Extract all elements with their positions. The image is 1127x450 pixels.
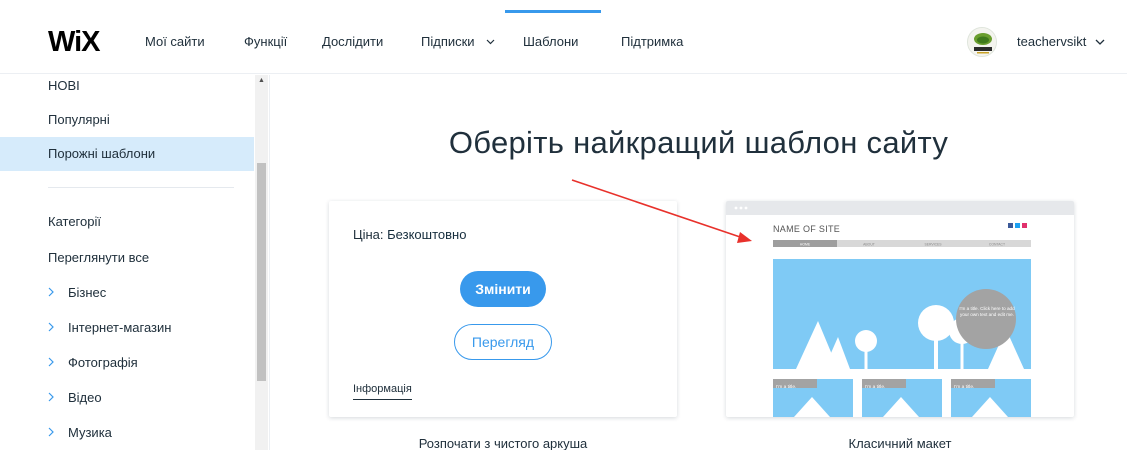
svg-text:CONTACT: CONTACT	[989, 242, 1005, 246]
mock-hero-text: I'm a title. Click here to add your own …	[959, 306, 1015, 317]
nav-subscriptions-label: Підписки	[421, 34, 475, 49]
sidebar-item-label: Переглянути все	[48, 250, 150, 265]
sidebar-item-label: Бізнес	[68, 285, 107, 300]
sidebar-heading-label: Категорії	[48, 214, 101, 229]
sidebar-divider	[48, 187, 234, 188]
mock-tile-title: I'm a title.	[954, 385, 975, 390]
nav-templates[interactable]: Шаблони	[523, 34, 578, 50]
chevron-right-icon	[48, 276, 68, 310]
sidebar-item-blank-templates[interactable]: Порожні шаблони	[0, 137, 254, 171]
wix-logo[interactable]: WiX	[48, 28, 101, 57]
edit-button[interactable]: Змінити	[460, 271, 546, 307]
svg-text:SERVICES: SERVICES	[924, 242, 942, 246]
chevron-down-icon	[1095, 34, 1105, 49]
top-navigation-bar: WiX Мої сайти Функції Дослідити Підписки…	[0, 0, 1127, 74]
sidebar-item-business[interactable]: Бізнес	[0, 276, 254, 310]
username: teachervsikt	[1017, 34, 1087, 49]
nav-my-sites[interactable]: Мої сайти	[145, 34, 205, 50]
scroll-up-arrow-icon[interactable]: ▲	[255, 75, 268, 87]
chevron-right-icon	[48, 381, 68, 415]
blank-template-card: Ціна: Безкоштовно Змінити Перегляд Інфор…	[329, 201, 677, 417]
classic-template-caption: Класичний макет	[848, 436, 952, 450]
nav-support-label: Підтримка	[621, 34, 684, 49]
sidebar-item-label: Порожні шаблони	[48, 146, 156, 161]
user-menu[interactable]: teachervsikt	[1017, 34, 1105, 50]
svg-text:ABOUT: ABOUT	[863, 242, 875, 246]
blank-template-caption: Розпочати з чистого аркуша	[418, 436, 588, 450]
sidebar-item-label: НОВІ	[48, 78, 80, 93]
price-value: Безкоштовно	[387, 227, 467, 242]
nav-explore-label: Дослідити	[322, 34, 384, 49]
sidebar-item-view-all[interactable]: Переглянути все	[0, 241, 254, 275]
nav-features-label: Функції	[244, 34, 288, 49]
nav-features[interactable]: Функції	[244, 34, 287, 50]
sidebar-scrollbar-thumb[interactable]	[257, 163, 266, 381]
sidebar-item-label: Популярні	[48, 112, 110, 127]
mock-tile-title: I'm a title.	[865, 385, 886, 390]
chevron-right-icon	[48, 311, 68, 345]
active-tab-indicator	[505, 10, 601, 13]
sidebar-item-popular[interactable]: Популярні	[0, 103, 254, 137]
sidebar-item-new[interactable]: НОВІ	[0, 75, 254, 103]
view-button[interactable]: Перегляд	[454, 324, 552, 360]
sidebar-item-photography[interactable]: Фотографія	[0, 346, 254, 380]
chevron-down-icon	[486, 35, 495, 51]
classic-template-card[interactable]: HOME ABOUT SERVICES CONTACT NAME OF SITE…	[726, 201, 1074, 417]
sidebar-item-video[interactable]: Відео	[0, 381, 254, 415]
sidebar-heading-categories: Категорії	[0, 205, 254, 239]
nav-explore[interactable]: Дослідити	[322, 34, 383, 50]
price-label: Ціна:	[353, 227, 388, 242]
sidebar-item-online-store[interactable]: Інтернет-магазин	[0, 311, 254, 345]
nav-subscriptions[interactable]: Підписки	[421, 34, 495, 52]
sidebar-item-label: Інтернет-магазин	[68, 320, 172, 335]
info-link[interactable]: Інформація	[353, 382, 412, 400]
nav-templates-label: Шаблони	[523, 34, 579, 49]
avatar-logo-icon	[968, 28, 996, 56]
nav-my-sites-label: Мої сайти	[145, 34, 205, 49]
page-title: Оберіть найкращий шаблон сайту	[448, 125, 949, 160]
svg-text:HOME: HOME	[800, 242, 811, 246]
user-avatar[interactable]	[967, 27, 997, 57]
mock-site-name: NAME OF SITE	[773, 224, 841, 234]
sidebar-item-label: Фотографія	[68, 355, 138, 370]
template-categories-sidebar: НОВІ Популярні Порожні шаблони Категорії…	[0, 75, 270, 450]
mock-tile-title: I'm a title.	[776, 385, 797, 390]
price-text: Ціна: Безкоштовно	[353, 227, 466, 243]
nav-support[interactable]: Підтримка	[621, 34, 683, 50]
chevron-right-icon	[48, 416, 68, 450]
sidebar-item-label: Музика	[68, 425, 112, 440]
chevron-right-icon	[48, 346, 68, 380]
sidebar-item-music[interactable]: Музика	[0, 416, 254, 450]
sidebar-item-label: Відео	[68, 390, 102, 405]
